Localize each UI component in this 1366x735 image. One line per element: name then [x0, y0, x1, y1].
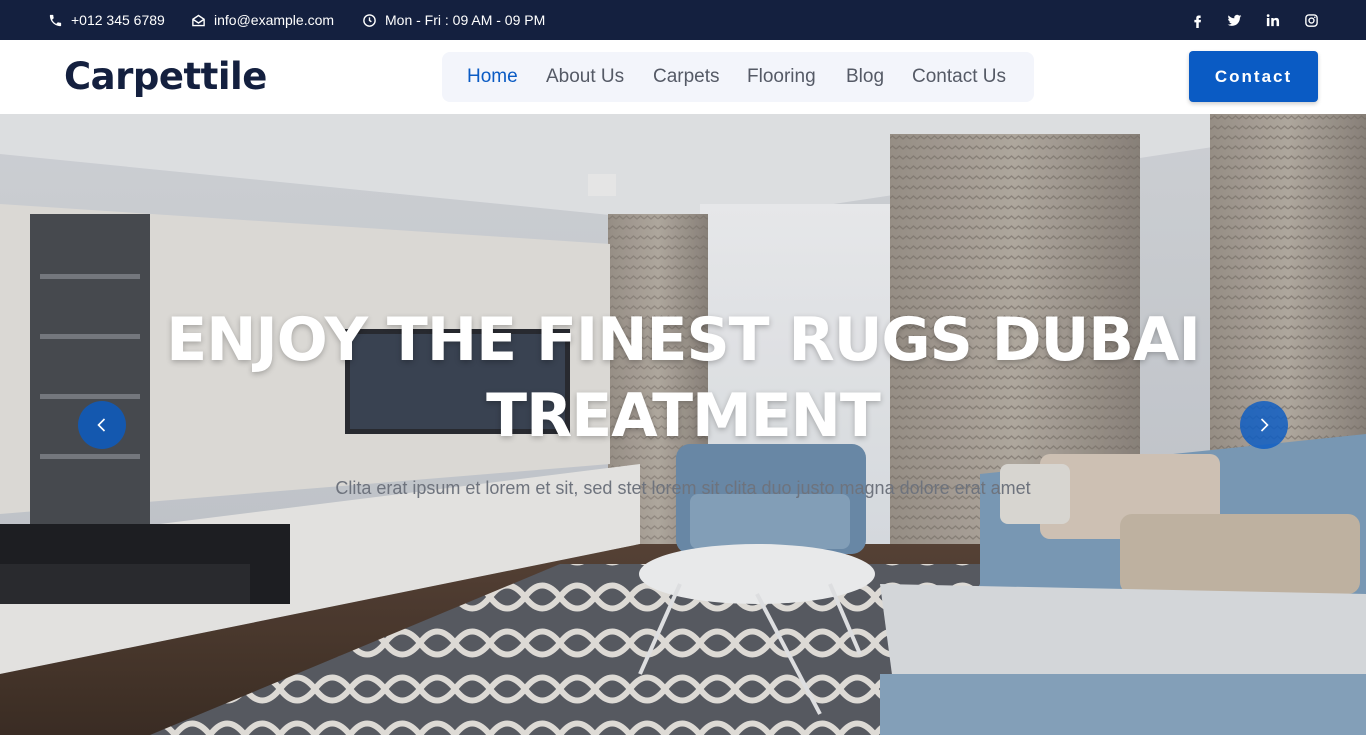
phone-icon	[49, 14, 62, 26]
email-text: info@example.com	[214, 12, 335, 28]
main-navbar: Carpettile Home About Us Carpets Floorin…	[0, 40, 1366, 114]
linkedin-link[interactable]	[1262, 0, 1282, 40]
main-menu: Home About Us Carpets Flooring Blog Cont…	[442, 52, 1034, 102]
nav-contact-us[interactable]: Contact Us	[912, 52, 1006, 102]
facebook-icon	[1193, 15, 1201, 28]
email-contact[interactable]: info@example.com	[191, 0, 334, 40]
nav-carpets[interactable]: Carpets	[653, 52, 720, 102]
nav-about-us[interactable]: About Us	[546, 52, 624, 102]
brand-logo[interactable]: Carpettile	[64, 52, 267, 102]
carousel-prev-button[interactable]	[78, 401, 126, 449]
instagram-link[interactable]	[1301, 0, 1321, 40]
hours-text: Mon - Fri : 09 AM - 09 PM	[385, 12, 546, 28]
hero-carousel: ENJOY THE FINEST RUGS DUBAI TREATMENT Cl…	[0, 114, 1366, 735]
phone-text: +012 345 6789	[71, 12, 165, 28]
carousel-next-button[interactable]	[1240, 401, 1288, 449]
envelope-icon	[192, 14, 205, 26]
hero-title: ENJOY THE FINEST RUGS DUBAI TREATMENT	[166, 305, 1201, 451]
chevron-left-icon	[97, 418, 106, 432]
clock-icon	[363, 13, 376, 27]
nav-flooring[interactable]: Flooring	[747, 52, 816, 102]
nav-home[interactable]: Home	[467, 52, 518, 102]
contact-button[interactable]: Contact	[1189, 51, 1318, 102]
instagram-icon	[1304, 13, 1318, 27]
top-bar: +012 345 6789 info@example.com Mon - Fri…	[0, 0, 1366, 40]
hero-subtitle: Clita erat ipsum et lorem et sit, sed st…	[335, 478, 1031, 498]
phone-contact[interactable]: +012 345 6789	[48, 0, 165, 40]
twitter-link[interactable]	[1224, 0, 1244, 40]
chevron-right-icon	[1260, 418, 1269, 432]
nav-blog[interactable]: Blog	[846, 52, 884, 102]
opening-hours: Mon - Fri : 09 AM - 09 PM	[362, 0, 545, 40]
linkedin-icon	[1266, 13, 1279, 26]
twitter-icon	[1227, 14, 1241, 26]
facebook-link[interactable]	[1187, 0, 1207, 40]
